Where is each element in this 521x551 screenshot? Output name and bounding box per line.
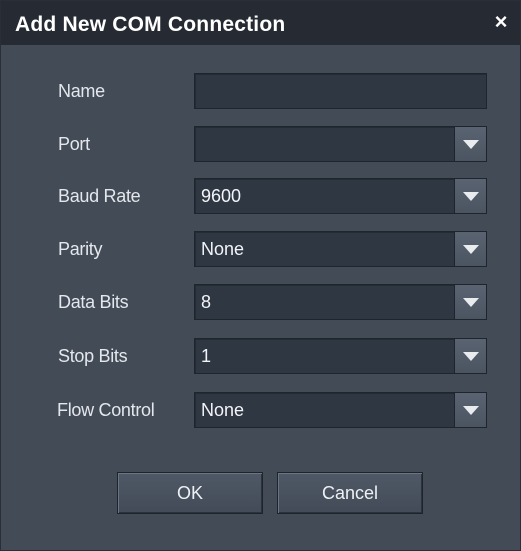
port-select[interactable] [194,126,487,162]
name-row: Name [1,73,520,109]
data-bits-select[interactable]: 8 [194,284,487,320]
port-row: Port [1,126,520,162]
chevron-down-icon [463,298,479,307]
data-bits-label: Data Bits [58,292,129,312]
name-label: Name [58,81,105,101]
stop-bits-value: 1 [201,346,212,366]
stop-bits-select[interactable]: 1 [194,338,487,374]
flow-control-label: Flow Control [57,400,155,420]
data-bits-dropdown-button[interactable] [454,285,486,319]
parity-row: Parity None [1,231,520,267]
data-bits-value: 8 [201,292,212,312]
chevron-down-icon [463,140,479,149]
chevron-down-icon [463,192,479,201]
flow-control-value: None [201,400,245,420]
chevron-down-icon [463,406,479,415]
ok-button[interactable]: OK [117,472,263,514]
parity-label: Parity [58,239,103,259]
parity-value: None [201,239,245,259]
stop-bits-row: Stop Bits 1 [1,338,520,374]
baud-rate-row: Baud Rate 9600 [1,178,520,214]
dialog-title: Add New COM Connection [15,13,286,36]
flow-control-dropdown-button[interactable] [454,393,486,427]
baud-rate-value: 9600 [201,186,242,206]
flow-control-select[interactable]: None [194,392,487,428]
parity-select[interactable]: None [194,231,487,267]
baud-rate-dropdown-button[interactable] [454,179,486,213]
port-label: Port [58,134,90,154]
close-icon[interactable]: × [490,11,512,33]
baud-rate-label: Baud Rate [58,186,141,206]
cancel-button[interactable]: Cancel [277,472,423,514]
title-bar: Add New COM Connection × [1,1,520,45]
baud-rate-select[interactable]: 9600 [194,178,487,214]
parity-dropdown-button[interactable] [454,232,486,266]
name-input[interactable] [194,73,487,109]
add-com-connection-dialog: Add New COM Connection × Name Port Baud … [0,0,521,551]
stop-bits-label: Stop Bits [58,346,128,366]
chevron-down-icon [463,245,479,254]
stop-bits-dropdown-button[interactable] [454,339,486,373]
chevron-down-icon [463,352,479,361]
data-bits-row: Data Bits 8 [1,284,520,320]
flow-control-row: Flow Control None [1,392,520,428]
port-dropdown-button[interactable] [454,127,486,161]
